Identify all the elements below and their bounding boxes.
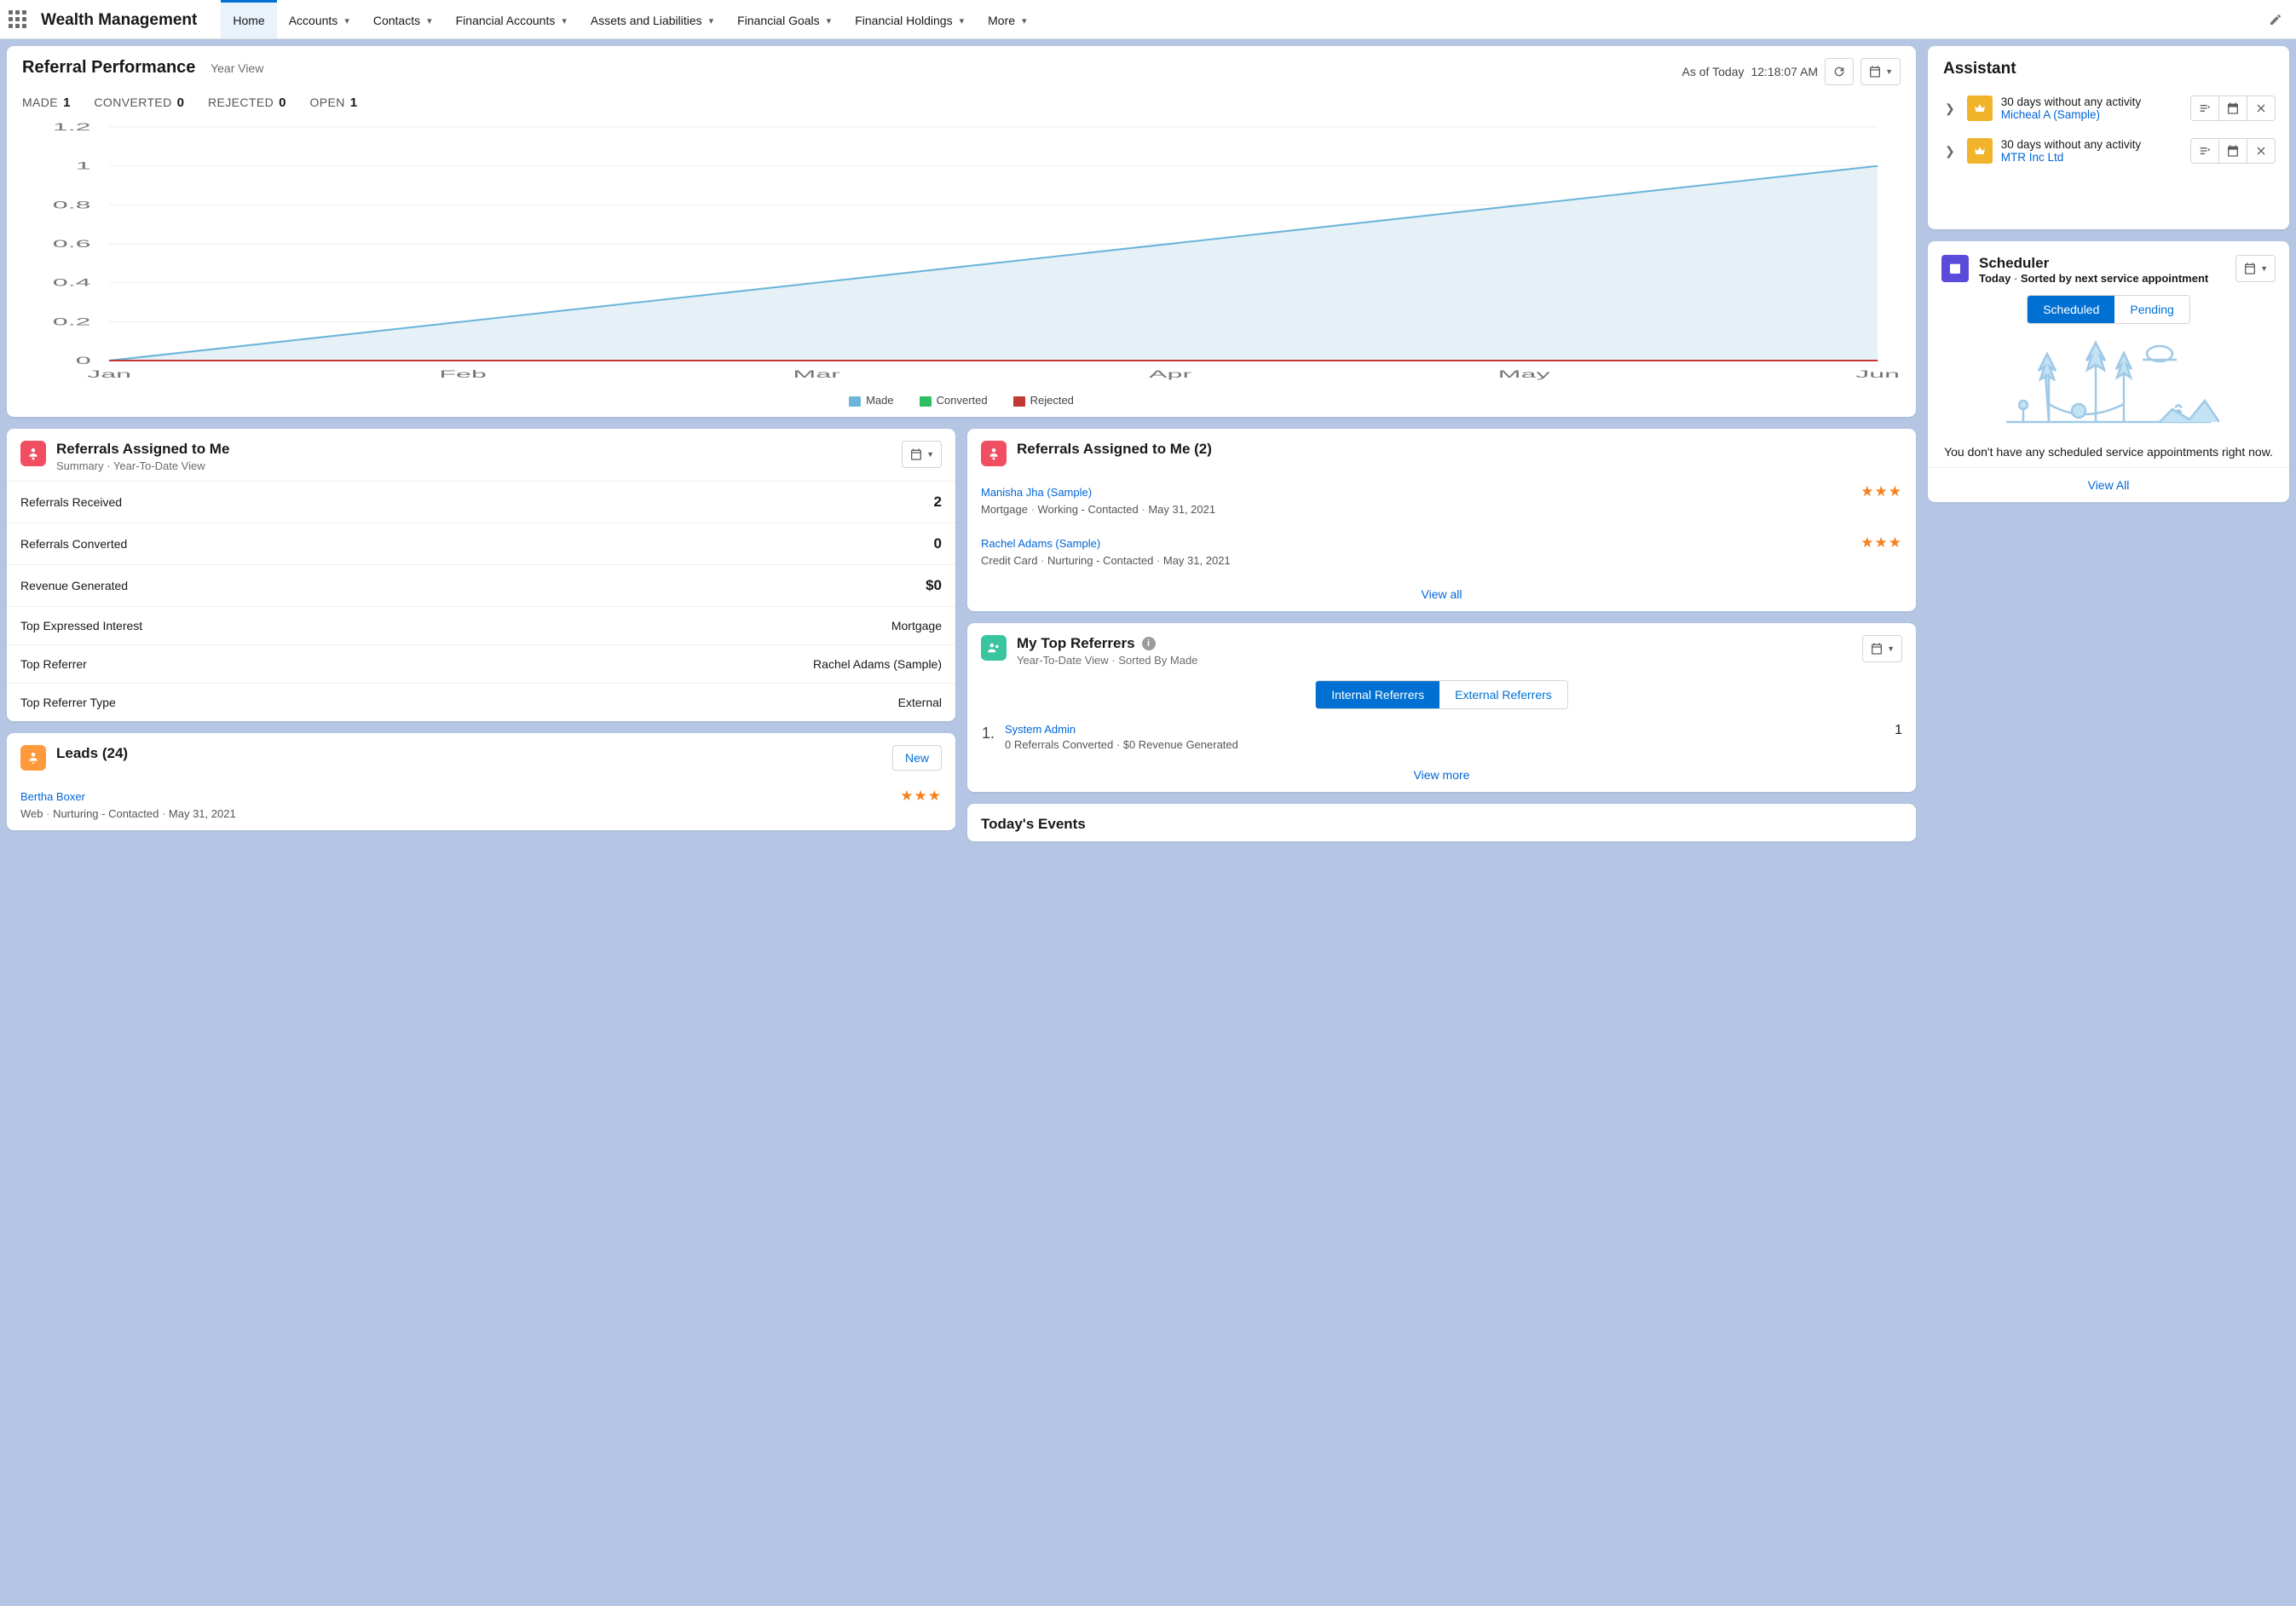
referral-performance-chart: 0 0.2 0.4 0.6 0.8 1 1.2 Jan Feb Mar Apr May Jun <box>7 115 1916 394</box>
chevron-down-icon[interactable]: ▾ <box>827 15 832 26</box>
new-lead-button[interactable]: New <box>892 745 942 771</box>
todays-events-card: Today's Events <box>967 804 1916 841</box>
pill-internal-referrers[interactable]: Internal Referrers <box>1316 681 1439 708</box>
chevron-down-icon[interactable]: ▾ <box>427 15 432 26</box>
task-icon[interactable] <box>2190 138 2218 164</box>
svg-text:Feb: Feb <box>439 369 487 380</box>
svg-text:0.4: 0.4 <box>53 277 91 288</box>
nav-tab-accounts[interactable]: Accounts▾ <box>277 3 361 38</box>
nav-tab-contacts[interactable]: Contacts▾ <box>361 3 444 38</box>
referral-icon <box>981 441 1007 466</box>
svg-text:Jan: Jan <box>87 369 131 380</box>
task-icon[interactable] <box>2190 95 2218 121</box>
nav-tabs: Home Accounts▾ Contacts▾ Financial Accou… <box>221 3 2264 38</box>
date-picker-button[interactable]: ▼ <box>2235 255 2276 282</box>
lead-item[interactable]: Bertha Boxer ★★★ WebNurturing - Contacte… <box>7 779 955 830</box>
svg-text:May: May <box>1498 369 1551 380</box>
svg-text:0.6: 0.6 <box>53 239 91 250</box>
leads-card: Leads (24) New Bertha Boxer ★★★ WebNurtu… <box>7 733 955 830</box>
referrals-list-card: Referrals Assigned to Me (2) Manisha Jha… <box>967 429 1916 611</box>
referrals-summary-card: Referrals Assigned to Me Summary · Year-… <box>7 429 955 721</box>
summary-row: Referrals Converted0 <box>7 523 955 564</box>
referral-item[interactable]: Rachel Adams (Sample)★★★ Credit CardNurt… <box>967 526 1916 577</box>
crown-icon <box>1967 138 1993 164</box>
referral-performance-title: Referral Performance <box>22 58 195 77</box>
expand-icon[interactable]: ❯ <box>1941 141 1959 162</box>
nav-tab-financial-holdings[interactable]: Financial Holdings▾ <box>843 3 976 38</box>
chevron-down-icon[interactable]: ▾ <box>960 15 965 26</box>
chevron-down-icon[interactable]: ▾ <box>562 15 567 26</box>
scheduler-toggle: Scheduled Pending <box>2027 295 2190 324</box>
assistant-card: Assistant ❯ 30 days without any activity… <box>1928 46 2289 229</box>
referral-link[interactable]: Rachel Adams (Sample) <box>981 537 1100 550</box>
scheduler-card: Scheduler Today · Sorted by next service… <box>1928 241 2289 502</box>
info-icon[interactable]: i <box>1142 637 1156 650</box>
svg-text:1.2: 1.2 <box>53 122 91 133</box>
dismiss-icon[interactable] <box>2247 138 2276 164</box>
date-picker-button[interactable]: ▼ <box>1860 58 1901 85</box>
assistant-record-link[interactable]: Micheal A (Sample) <box>2001 108 2100 121</box>
dismiss-icon[interactable] <box>2247 95 2276 121</box>
rating-stars: ★★★ <box>1860 534 1902 552</box>
svg-text:0.2: 0.2 <box>53 316 91 327</box>
referrer-link[interactable]: System Admin <box>1005 723 1076 736</box>
svg-text:Mar: Mar <box>793 369 840 380</box>
scheduler-illustration <box>1998 332 2219 435</box>
as-of-label: As of Today <box>1682 65 1745 78</box>
pill-external-referrers[interactable]: External Referrers <box>1439 681 1567 708</box>
nav-tab-financial-accounts[interactable]: Financial Accounts▾ <box>444 3 579 38</box>
top-referrers-card: My Top Referrers i Year-To-Date View · S… <box>967 623 1916 792</box>
lead-link[interactable]: Bertha Boxer <box>20 790 85 803</box>
rating-stars: ★★★ <box>1860 483 1902 500</box>
top-nav: Wealth Management Home Accounts▾ Contact… <box>0 0 2296 39</box>
date-picker-button[interactable]: ▼ <box>1862 635 1902 662</box>
summary-row: Referrals Received2 <box>7 481 955 523</box>
summary-row: Revenue Generated$0 <box>7 564 955 606</box>
nav-tab-home[interactable]: Home <box>221 3 276 38</box>
calendar-icon[interactable] <box>2218 95 2247 121</box>
referral-performance-view: Year View <box>211 61 263 75</box>
app-launcher-icon[interactable] <box>9 10 29 31</box>
lead-icon <box>20 745 46 771</box>
rating-stars: ★★★ <box>900 788 942 805</box>
calendar-icon[interactable] <box>2218 138 2247 164</box>
date-picker-button[interactable]: ▼ <box>902 441 942 468</box>
crown-icon <box>1967 95 1993 121</box>
svg-text:1: 1 <box>76 160 91 171</box>
chevron-down-icon[interactable]: ▾ <box>1022 15 1027 26</box>
refresh-button[interactable] <box>1825 58 1854 85</box>
scheduler-icon <box>1941 255 1969 282</box>
pill-scheduled[interactable]: Scheduled <box>2028 296 2114 323</box>
assistant-record-link[interactable]: MTR Inc Ltd <box>2001 151 2064 164</box>
summary-row: Top Expressed InterestMortgage <box>7 606 955 644</box>
referral-item[interactable]: Manisha Jha (Sample)★★★ MortgageWorking … <box>967 475 1916 526</box>
nav-tab-more[interactable]: More▾ <box>976 3 1038 38</box>
expand-icon[interactable]: ❯ <box>1941 98 1959 119</box>
view-all-link[interactable]: View all <box>1422 587 1462 601</box>
edit-page-icon[interactable] <box>2264 8 2287 34</box>
nav-tab-financial-goals[interactable]: Financial Goals▾ <box>725 3 843 38</box>
svg-text:Apr: Apr <box>1149 369 1191 380</box>
referral-performance-card: Referral Performance Year View As of Tod… <box>7 46 1916 417</box>
pill-pending[interactable]: Pending <box>2114 296 2189 323</box>
assistant-item: ❯ 30 days without any activityMTR Inc Lt… <box>1928 130 2289 172</box>
referrer-toggle: Internal Referrers External Referrers <box>1315 680 1568 709</box>
view-all-link[interactable]: View All <box>2088 478 2130 492</box>
nav-tab-assets-liabilities[interactable]: Assets and Liabilities▾ <box>579 3 725 38</box>
svg-text:0.8: 0.8 <box>53 199 91 211</box>
view-more-link[interactable]: View more <box>1414 768 1470 782</box>
svg-text:Jun: Jun <box>1855 369 1900 380</box>
chevron-down-icon[interactable]: ▾ <box>709 15 714 26</box>
referral-link[interactable]: Manisha Jha (Sample) <box>981 486 1092 499</box>
assistant-item: ❯ 30 days without any activityMicheal A … <box>1928 87 2289 130</box>
referrer-icon <box>981 635 1007 661</box>
app-title: Wealth Management <box>41 11 197 30</box>
summary-row: Top ReferrerRachel Adams (Sample) <box>7 644 955 683</box>
referral-icon <box>20 441 46 466</box>
referrer-row[interactable]: 1. System Admin 0 Referrals Converted · … <box>967 718 1916 758</box>
as-of-time: 12:18:07 AM <box>1751 65 1818 78</box>
svg-text:0: 0 <box>76 355 91 367</box>
chevron-down-icon[interactable]: ▾ <box>344 15 349 26</box>
summary-row: Top Referrer TypeExternal <box>7 683 955 721</box>
